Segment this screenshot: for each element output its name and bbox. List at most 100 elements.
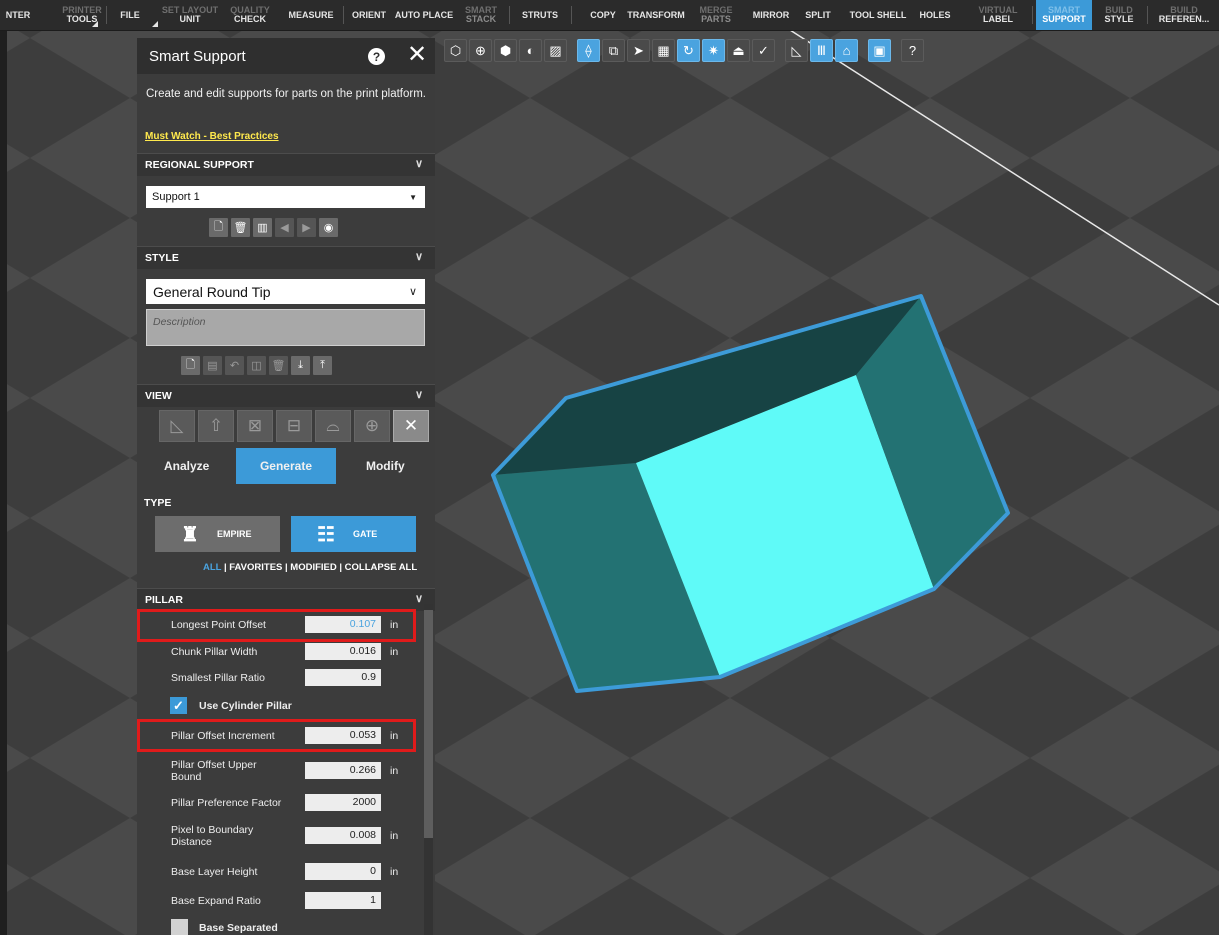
ribbon-separator: [343, 6, 344, 24]
gate-type-button[interactable]: ☷ GATE: [291, 516, 416, 552]
ribbon-build-style[interactable]: BUILD STYLE: [1098, 0, 1140, 30]
close-icon[interactable]: ✕: [407, 42, 427, 68]
ribbon-transform[interactable]: TRANSFORM: [624, 0, 688, 30]
ribbon-separator: [1147, 6, 1148, 24]
light-icon[interactable]: ✷: [702, 38, 725, 62]
ribbon-layout-unit[interactable]: SET LAYOUT UNIT: [160, 0, 220, 30]
select-arrow-icon[interactable]: ➤: [627, 38, 650, 62]
import-style-icon[interactable]: ⤓: [291, 356, 310, 375]
tab-generate[interactable]: Generate: [236, 448, 336, 484]
main-ribbon: NTER PRINTER TOOLS FILE SET LAYOUT UNIT QU…: [0, 0, 1219, 31]
zoom-view-icon[interactable]: ⊕: [354, 410, 390, 442]
view-header[interactable]: VIEW ∨: [137, 384, 435, 407]
param-unit: in: [390, 765, 399, 777]
eye-check-icon[interactable]: ✓: [752, 38, 775, 62]
export-style-icon[interactable]: ⤒: [313, 356, 332, 375]
style-select[interactable]: General Round Tip ∨: [146, 279, 425, 304]
filter-options[interactable]: | FAVORITES | MODIFIED | COLLAPSE ALL: [224, 562, 417, 573]
panel-header: Smart Support ? ✕: [137, 38, 435, 74]
solid-icon[interactable]: ⬢: [494, 38, 517, 62]
param-input[interactable]: 2000: [305, 794, 381, 811]
ribbon-holes[interactable]: HOLES: [912, 0, 958, 30]
compare-style-icon[interactable]: ◫: [247, 356, 266, 375]
help-icon[interactable]: ?: [901, 38, 924, 62]
param-input[interactable]: 0.9: [305, 669, 381, 686]
ribbon-label: MIRROR: [752, 9, 790, 20]
undo-style-icon[interactable]: ↶: [225, 356, 244, 375]
ribbon-quality-check[interactable]: QUALITY CHECK: [222, 0, 278, 30]
best-practices-link[interactable]: Must Watch - Best Practices: [145, 131, 279, 142]
pillar-header[interactable]: PILLAR ∨: [137, 588, 435, 611]
ribbon-struts[interactable]: STRUTS: [518, 0, 562, 30]
ribbon-virtual-label[interactable]: VIRTUAL LABEL: [968, 0, 1028, 30]
regional-support-select[interactable]: Support 1 ▼: [146, 186, 425, 208]
tab-analyze[interactable]: Analyze: [137, 448, 237, 484]
rotate-icon[interactable]: ↻: [677, 38, 700, 62]
regional-support-header[interactable]: REGIONAL SUPPORT ∨: [137, 153, 435, 176]
layers-icon[interactable]: ⧉: [602, 38, 625, 62]
slice-icon[interactable]: ⏏: [727, 38, 750, 62]
delete-support-icon[interactable]: 🗑: [231, 218, 250, 237]
param-input[interactable]: 1: [305, 892, 381, 909]
param-input[interactable]: 0: [305, 863, 381, 880]
arch-icon[interactable]: ⌂: [835, 38, 858, 62]
regional-support-actions: 🗋 🗑 ▥ ◀ ▶ ◉: [209, 218, 338, 237]
delete-all-supports-icon[interactable]: ▥: [253, 218, 272, 237]
weight-view-icon[interactable]: ⌓: [315, 410, 351, 442]
parameter-filters: ALL | FAVORITES | MODIFIED | COLLAPSE AL…: [203, 562, 417, 573]
style-header[interactable]: STYLE ∨: [137, 246, 435, 269]
zoom-icon[interactable]: ⊕: [469, 38, 492, 62]
param-input[interactable]: 0.008: [305, 827, 381, 844]
cube-view-icon[interactable]: ⬡: [444, 38, 467, 62]
param-input[interactable]: 0.266: [305, 762, 381, 779]
contrast-icon[interactable]: ◐: [519, 38, 542, 62]
upload-view-icon[interactable]: ⇧: [198, 410, 234, 442]
ribbon-measure[interactable]: MEASURE: [283, 0, 339, 30]
ribbon-sub: UNIT: [179, 14, 201, 24]
mode-tabs: Analyze Generate Modify: [137, 448, 435, 484]
new-support-icon[interactable]: 🗋: [209, 218, 228, 237]
ribbon-mirror[interactable]: MIRROR: [748, 0, 794, 30]
pillar-icon[interactable]: Ⅲ: [810, 38, 833, 62]
hatch-icon[interactable]: ▨: [544, 38, 567, 62]
ribbon-tool-shell[interactable]: TOOL SHELL: [844, 0, 912, 30]
new-style-icon[interactable]: 🗋: [181, 356, 200, 375]
panel-description: Create and edit supports for parts on th…: [146, 88, 426, 100]
stats-icon[interactable]: ◺: [785, 38, 808, 62]
box-icon[interactable]: ▣: [868, 38, 891, 62]
next-support-icon[interactable]: ▶: [297, 218, 316, 237]
help-icon[interactable]: ?: [368, 48, 385, 65]
ribbon-file[interactable]: FILE: [115, 0, 145, 30]
visibility-eye-icon[interactable]: ◉: [319, 218, 338, 237]
tab-modify[interactable]: Modify: [335, 448, 435, 484]
panel-scrollbar[interactable]: [424, 604, 433, 935]
ribbon-smart-support[interactable]: SMART SUPPORT: [1036, 0, 1092, 30]
ribbon-build-reference[interactable]: BUILD REFEREN...: [1152, 0, 1216, 30]
empire-type-button[interactable]: ♜ EMPIRE: [155, 516, 280, 552]
style-description-field[interactable]: Description: [146, 309, 425, 346]
stats-view-icon[interactable]: ◺: [159, 410, 195, 442]
ribbon-orient[interactable]: ORIENT: [349, 0, 389, 30]
ribbon-label: COPY: [590, 9, 616, 20]
param-base-layer-height: Base Layer Height 0 in: [137, 861, 435, 883]
ribbon-auto-place[interactable]: AUTO PLACE: [394, 0, 454, 30]
param-input[interactable]: 0.016: [305, 643, 381, 660]
ribbon-label: SPLIT: [805, 9, 831, 20]
slope-view-icon[interactable]: ⊠: [237, 410, 273, 442]
frame-view-icon[interactable]: ⊟: [276, 410, 312, 442]
checker-icon[interactable]: ▦: [652, 38, 675, 62]
ribbon-merge-parts[interactable]: MERGE PARTS: [696, 0, 736, 30]
scrollbar-thumb[interactable]: [424, 610, 433, 838]
support-view-icon[interactable]: ⟠: [577, 38, 600, 62]
ribbon-smart-stack[interactable]: SMART STACK: [458, 0, 504, 30]
previous-support-icon[interactable]: ◀: [275, 218, 294, 237]
save-style-icon[interactable]: ▤: [203, 356, 222, 375]
no-support-view-icon[interactable]: ✕: [393, 410, 429, 442]
ribbon-split[interactable]: SPLIT: [800, 0, 836, 30]
base-separated-checkbox[interactable]: [171, 919, 188, 935]
ribbon-printer-partial[interactable]: NTER: [2, 0, 34, 30]
filter-all[interactable]: ALL: [203, 562, 221, 573]
delete-style-icon[interactable]: 🗑: [269, 356, 288, 375]
use-cylinder-checkbox[interactable]: ✓: [170, 697, 187, 714]
ribbon-copy[interactable]: COPY: [585, 0, 621, 30]
